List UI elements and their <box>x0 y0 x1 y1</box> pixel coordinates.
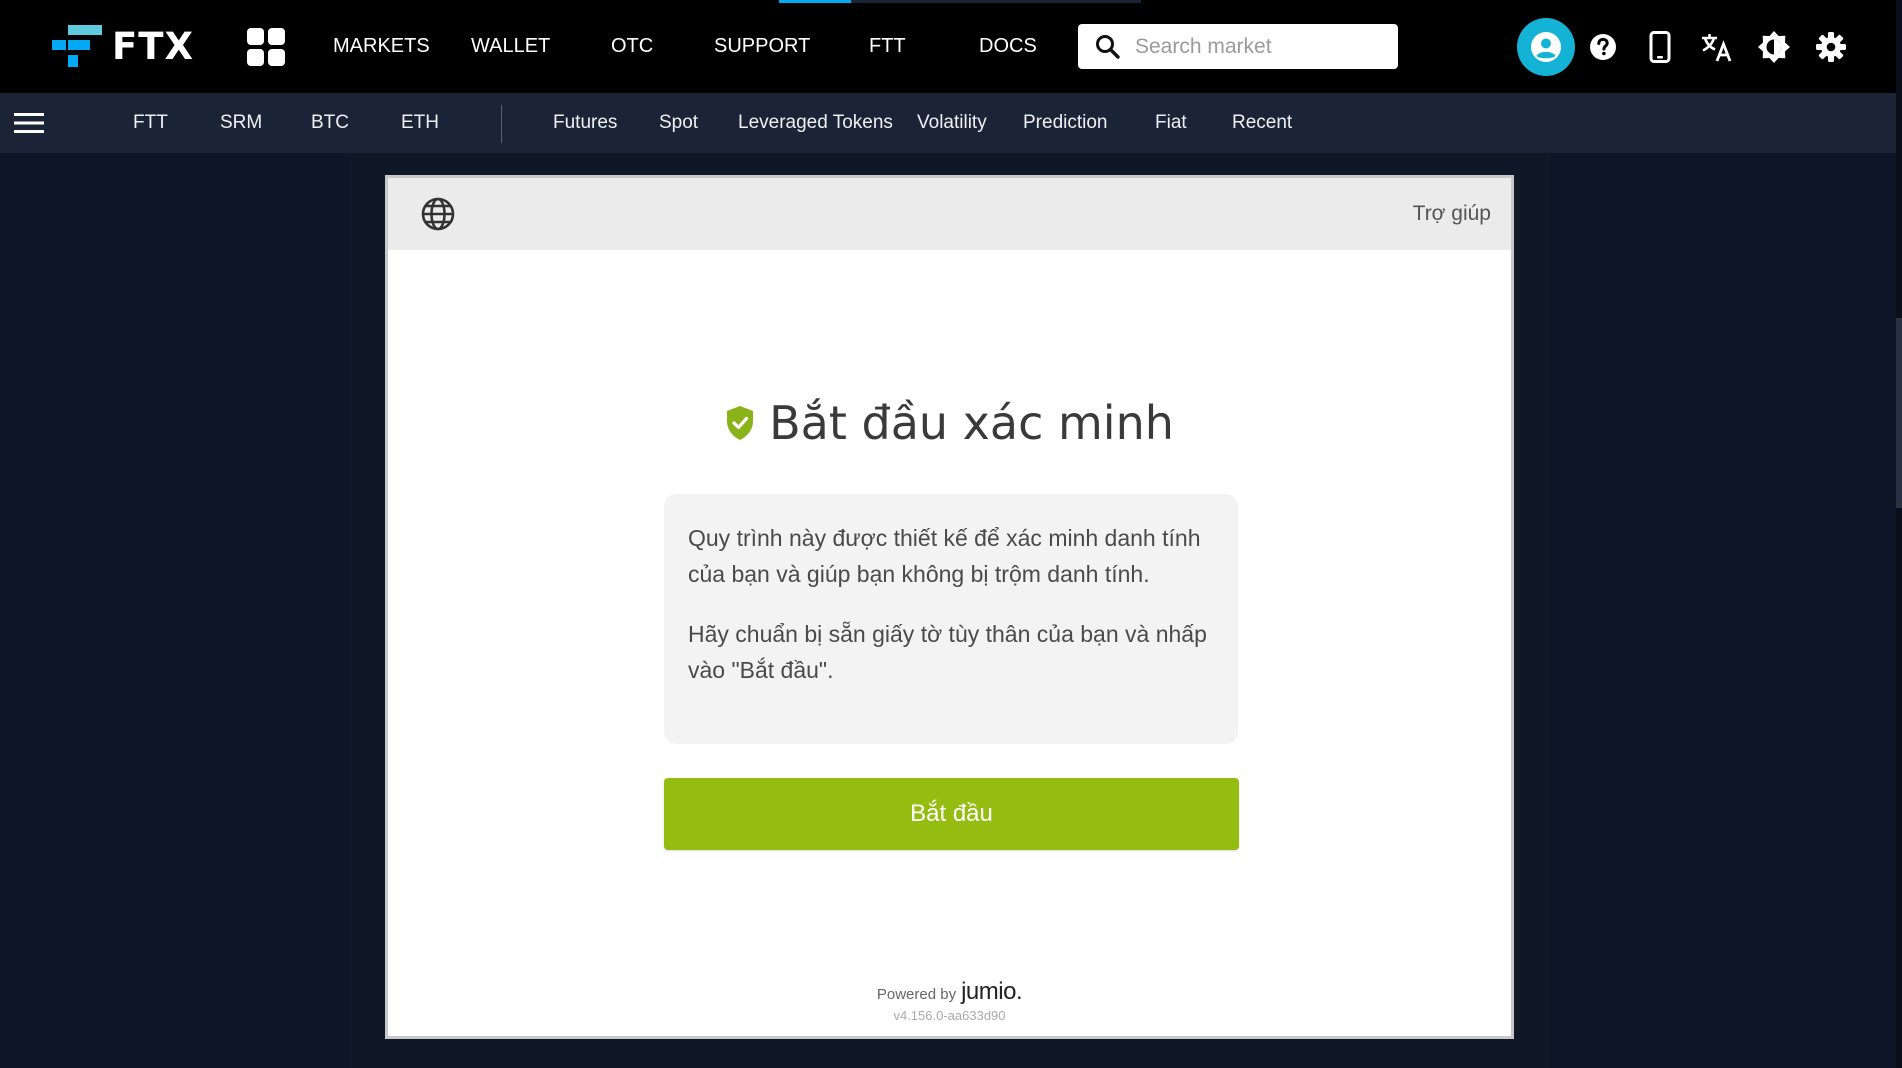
apps-grid-icon[interactable] <box>245 26 287 68</box>
settings-button[interactable] <box>1813 29 1849 65</box>
theme-toggle-button[interactable] <box>1756 29 1792 65</box>
page-scrollbar-track[interactable] <box>1896 0 1902 1068</box>
nav-markets[interactable]: MARKETS <box>333 0 430 93</box>
mobile-app-button[interactable] <box>1642 29 1678 65</box>
nav-support[interactable]: SUPPORT <box>714 0 810 93</box>
search-icon <box>1096 34 1120 59</box>
language-globe-icon[interactable] <box>420 196 456 232</box>
category-tab-spot[interactable]: Spot <box>659 93 698 153</box>
category-tab-prediction[interactable]: Prediction <box>1023 93 1108 153</box>
info-paragraph-2: Hãy chuẩn bị sẵn giấy tờ tùy thân của bạ… <box>688 621 1207 683</box>
hamburger-menu-icon[interactable] <box>14 111 44 135</box>
coin-tab-ftt[interactable]: FTT <box>133 93 168 153</box>
coin-tab-eth[interactable]: ETH <box>401 93 439 153</box>
help-button[interactable] <box>1585 29 1621 65</box>
verification-title: Bắt đầu xác minh <box>769 396 1174 450</box>
brand-name: FTX <box>112 24 195 68</box>
subnav-divider <box>501 105 502 143</box>
coin-tab-srm[interactable]: SRM <box>220 93 262 153</box>
top-progress-accent <box>779 0 1141 3</box>
category-tab-fiat[interactable]: Fiat <box>1155 93 1187 153</box>
ftx-logo-icon <box>52 25 102 67</box>
powered-by-label: Powered by <box>876 986 957 1003</box>
nav-otc[interactable]: OTC <box>611 0 653 93</box>
category-tab-futures[interactable]: Futures <box>553 93 617 153</box>
info-paragraph-1: Quy trình này được thiết kế để xác minh … <box>688 525 1201 587</box>
nav-docs[interactable]: DOCS <box>979 0 1037 93</box>
top-navbar: FTX MARKETS WALLET OTC SUPPORT FTT DOCS <box>0 0 1902 93</box>
category-tab-leveraged-tokens[interactable]: Leveraged Tokens <box>738 93 893 153</box>
account-button[interactable] <box>1517 18 1575 76</box>
language-button[interactable] <box>1699 29 1735 65</box>
verification-info-box: Quy trình này được thiết kế để xác minh … <box>664 494 1238 744</box>
start-verification-button[interactable]: Bắt đầu <box>664 778 1239 850</box>
nav-ftt[interactable]: FTT <box>869 0 906 93</box>
verification-header: Trợ giúp <box>388 178 1511 250</box>
category-tab-recent[interactable]: Recent <box>1232 93 1292 153</box>
help-link[interactable]: Trợ giúp <box>1413 202 1491 226</box>
settings-icon <box>1816 32 1846 62</box>
shield-check-icon <box>727 406 754 440</box>
category-tab-volatility[interactable]: Volatility <box>917 93 987 153</box>
nav-wallet[interactable]: WALLET <box>471 0 550 93</box>
mobile-icon <box>1649 31 1671 63</box>
search-input[interactable] <box>1135 34 1375 59</box>
account-icon <box>1531 32 1561 62</box>
theme-icon <box>1758 31 1790 63</box>
page-scrollbar-thumb[interactable] <box>1896 318 1902 508</box>
market-category-bar: FTT SRM BTC ETH Futures Spot Leveraged T… <box>0 93 1902 153</box>
ftx-logo[interactable]: FTX <box>52 22 194 70</box>
version-label: v4.156.0-aa633d90 <box>893 1008 1006 1023</box>
help-icon <box>1590 34 1616 60</box>
translate-icon <box>1702 34 1732 62</box>
search-box[interactable] <box>1078 24 1398 69</box>
verification-title-row: Bắt đầu xác minh <box>388 396 1511 450</box>
jumio-logo[interactable]: jumio. <box>961 978 1023 1006</box>
coin-tab-btc[interactable]: BTC <box>311 93 349 153</box>
identity-verification-frame: Trợ giúp Bắt đầu xác minh Quy trình này … <box>385 175 1514 1039</box>
powered-by: Powered by jumio. <box>388 978 1511 1006</box>
